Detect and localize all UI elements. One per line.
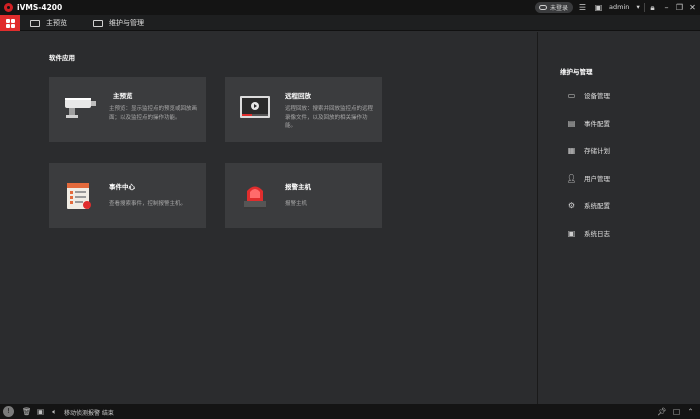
card-main-preview[interactable]: 主预览 主预览：显示监控点的预览或回放画面；以及监控点的操作功能。: [49, 77, 206, 142]
card-event-center[interactable]: 事件中心 查看搜索事件，控制报警主机。: [49, 163, 206, 228]
tab-maintenance[interactable]: 维护与管理: [93, 15, 144, 31]
alarm-light-icon: [244, 186, 266, 209]
card-title: 远程回放: [285, 92, 311, 100]
status-bar: ! 🗑︎ ▣ 🔈︎ 移动侦测报警 结束 📌︎ □ ⌃: [0, 404, 700, 419]
event-icon: ▤: [567, 118, 576, 128]
menu-item-label: 用户管理: [584, 175, 610, 183]
card-title: 主预览: [113, 92, 133, 100]
menu-item-device-management[interactable]: ▭ 设备管理: [566, 89, 610, 101]
gear-icon: ⚙: [567, 200, 576, 210]
warning-icon[interactable]: !: [3, 406, 14, 417]
restore-icon[interactable]: ❐: [675, 3, 684, 12]
tab-main-preview[interactable]: 主预览: [30, 15, 67, 31]
user-icon: 👤︎: [566, 173, 577, 183]
card-description: 查看搜索事件，控制报警主机。: [109, 201, 187, 207]
menu-item-user-management[interactable]: 👤︎ 用户管理: [566, 172, 610, 184]
menu-item-storage-schedule[interactable]: ▦ 存储计划: [566, 144, 610, 156]
menu-item-label: 系统日志: [584, 230, 610, 238]
chevron-down-icon: ▾: [636, 3, 640, 11]
card-title: 报警主机: [285, 183, 311, 191]
card-description: 主预览：显示监控点的预览或回放画面；以及监控点的操作功能。: [109, 106, 198, 121]
menu-item-event-config[interactable]: ▤ 事件配置: [566, 117, 610, 129]
screen-icon[interactable]: ▣: [36, 407, 45, 416]
user-menu[interactable]: admin ▾: [609, 3, 640, 11]
playback-monitor-icon: [240, 96, 270, 118]
maintenance-panel: 维护与管理 ▭ 设备管理 ▤ 事件配置 ▦ 存储计划 👤︎ 用户管理 ⚙ 系统配…: [537, 32, 700, 404]
app-logo-icon: [4, 3, 13, 12]
device-icon: ▭: [567, 90, 576, 100]
menu-item-label: 系统配置: [584, 202, 610, 210]
pin-icon[interactable]: 📌︎: [657, 407, 667, 416]
menu-item-label: 设备管理: [584, 92, 610, 100]
cloud-icon: [539, 5, 547, 10]
speaker-icon[interactable]: 🔈︎: [50, 407, 59, 416]
tab-label: 主预览: [46, 19, 67, 27]
window-icon[interactable]: □: [672, 407, 681, 416]
login-status: 未登录: [550, 5, 569, 12]
username: admin: [609, 3, 630, 11]
card-remote-playback[interactable]: 远程回放 远程回放：搜索并回放监控点的远程录像文件，以及回放的相关操作功能。: [225, 77, 382, 142]
storage-icon: ▦: [567, 145, 576, 155]
status-message: 移动侦测报警 结束: [64, 410, 114, 417]
list-icon[interactable]: ☰: [578, 3, 587, 12]
card-description: 报警主机: [285, 201, 308, 207]
tab-label: 维护与管理: [109, 19, 144, 27]
panel-title: 维护与管理: [560, 68, 593, 76]
app-title: iVMS-4200: [17, 3, 63, 12]
card-description: 远程回放：搜索并回放监控点的远程录像文件，以及回放的相关操作功能。: [285, 106, 374, 129]
card-title: 事件中心: [109, 183, 135, 191]
divider: [644, 3, 645, 12]
image-icon[interactable]: ▣: [594, 3, 603, 12]
card-alarm-host[interactable]: 报警主机 报警主机: [225, 163, 382, 228]
camera-icon: [30, 19, 40, 27]
minimize-icon[interactable]: –: [662, 3, 671, 12]
event-center-icon: [67, 183, 91, 209]
main-area: 软件应用 主预览 主预览：显示监控点的预览或回放画面；以及监控点的操作功能。 远…: [0, 32, 537, 404]
title-bar: iVMS-4200 未登录 ☰ ▣ admin ▾ 🔒︎ – ❐ ✕: [0, 0, 700, 15]
camera-icon: [65, 98, 96, 118]
log-icon: ▣: [567, 228, 576, 238]
section-title: 软件应用: [49, 54, 75, 62]
login-button[interactable]: 未登录: [535, 2, 573, 13]
menu-item-system-config[interactable]: ⚙ 系统配置: [566, 199, 610, 211]
menu-item-label: 存储计划: [584, 147, 610, 155]
close-icon[interactable]: ✕: [688, 3, 697, 12]
trash-icon[interactable]: 🗑︎: [22, 407, 32, 416]
home-grid-button[interactable]: [0, 15, 20, 31]
menu-item-system-log[interactable]: ▣ 系统日志: [566, 227, 610, 239]
chevron-up-icon[interactable]: ⌃: [686, 407, 695, 416]
tab-bar: 主预览 维护与管理: [0, 15, 700, 31]
menu-item-label: 事件配置: [584, 120, 610, 128]
lock-icon[interactable]: 🔒︎: [648, 3, 657, 12]
maintenance-icon: [93, 19, 103, 27]
